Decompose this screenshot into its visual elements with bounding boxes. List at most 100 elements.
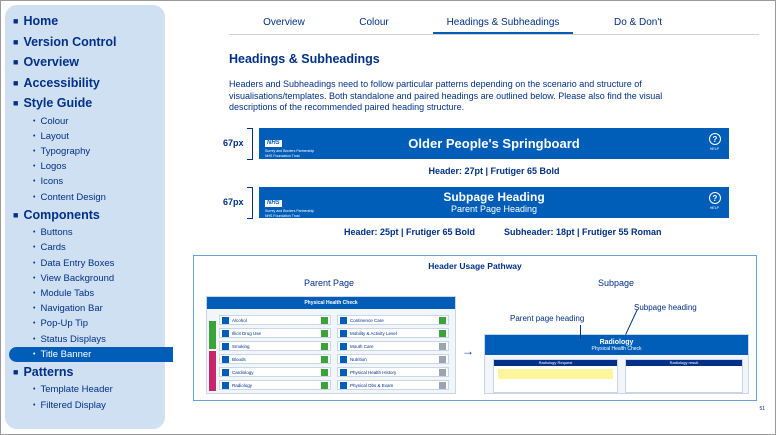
sidebar-subitem-label: Status Displays	[40, 333, 106, 345]
preview-row-label: Nutrition	[350, 356, 367, 362]
row-icon	[222, 382, 229, 389]
preview-row: Continence Care	[337, 315, 449, 325]
sidebar-subitem-data-entry-boxes[interactable]: • Data Entry Boxes	[5, 256, 165, 271]
sidebar-item-version-control[interactable]: ■ Version Control	[5, 32, 165, 53]
banner-subheading: Parent Page Heading	[450, 204, 538, 214]
preview-row-label: Mobility & Activity Level	[350, 330, 397, 336]
help-icon[interactable]: ?	[709, 133, 721, 145]
preview-row-label: Continence Care	[350, 317, 384, 323]
tab-headings-subheadings[interactable]: Headings & Subheadings	[433, 13, 573, 34]
parent-page-heading-label: Parent page heading	[510, 314, 585, 323]
preview-row-label: Physical Health History	[350, 369, 397, 375]
sidebar-subitem-status-displays[interactable]: • Status Displays	[5, 331, 165, 346]
preview-row: Nutrition	[337, 354, 449, 364]
bullet-icon: •	[33, 335, 36, 343]
row-icon	[340, 382, 347, 389]
sidebar-subitem-colour[interactable]: • Colour	[5, 114, 165, 129]
bullet-icon: •	[33, 259, 36, 267]
sidebar-subitem-label: Filtered Display	[40, 399, 106, 411]
sidebar-subitem-label: Buttons	[40, 227, 73, 239]
sidebar-subitem-label: Pop-Up Tip	[40, 318, 88, 330]
sidebar-subitem-buttons[interactable]: • Buttons	[5, 225, 165, 240]
preview-row: Illicit Drug Use	[219, 328, 331, 338]
status-check-icon	[439, 343, 446, 350]
page-description: Headers and Subheadings need to follow p…	[229, 79, 663, 112]
sidebar-subitem-label: Data Entry Boxes	[40, 257, 115, 269]
status-check-icon	[321, 317, 328, 324]
preview-row-label: Physical Obs & Exam	[350, 382, 394, 388]
sidebar-subitem-navigation-bar[interactable]: • Navigation Bar	[5, 301, 165, 316]
help-icon[interactable]: ?	[709, 192, 721, 204]
result-panel: Radiology result	[625, 359, 743, 393]
tab-colour[interactable]: Colour	[339, 13, 409, 34]
pointer-line	[625, 309, 638, 335]
sidebar-subitem-pop-up-tip[interactable]: • Pop-Up Tip	[5, 316, 165, 331]
bullet-icon: •	[33, 305, 36, 313]
sidebar-item-home[interactable]: ■ Home	[5, 11, 165, 32]
row-icon	[222, 330, 229, 337]
sidebar-subitem-filtered-display[interactable]: • Filtered Display	[5, 398, 165, 413]
height-bracket	[247, 128, 253, 160]
sidebar-subitem-label: Icons	[40, 176, 64, 188]
sidebar-subitem-typography[interactable]: • Typography	[5, 144, 165, 159]
status-check-icon	[439, 382, 446, 389]
sidebar-subitem-label: Content Design	[40, 191, 106, 203]
tab-overview[interactable]: Overview	[229, 13, 339, 34]
row-icon	[340, 369, 347, 376]
preview-row: Radiology	[219, 380, 331, 390]
preview-row-label: Bloods	[232, 356, 246, 362]
sidebar-item-components[interactable]: ■ Components	[5, 205, 165, 226]
row-icon	[222, 343, 229, 350]
sidebar-subitem-title-banner[interactable]: • Title Banner	[9, 346, 173, 362]
sidebar-item-patterns[interactable]: ■ Patterns	[5, 362, 165, 383]
status-check-icon	[321, 330, 328, 337]
arrow-icon: →	[462, 344, 474, 358]
sidebar-subitem-view-background[interactable]: • View Background	[5, 271, 165, 286]
sidebar-item-style-guide[interactable]: ■ Style Guide	[5, 93, 165, 114]
bullet-icon: •	[33, 244, 36, 252]
sidebar-subitem-label: Cards	[40, 242, 66, 254]
bullet-icon: •	[33, 350, 36, 358]
tab-do-dont[interactable]: Do & Don't	[593, 13, 683, 34]
bullet-icon: •	[33, 289, 36, 297]
preview-header: Physical Health Check	[207, 297, 455, 309]
preview-row-label: Mouth Care	[350, 343, 374, 349]
sidebar-item-overview[interactable]: ■ Overview	[5, 52, 165, 73]
status-check-icon	[439, 356, 446, 363]
pointer-line	[580, 325, 581, 339]
category-strip	[209, 351, 216, 391]
help-label: HELP	[709, 147, 719, 151]
status-check-icon	[439, 317, 446, 324]
preview-row-label: Alcohol	[232, 317, 247, 323]
sidebar-subitem-layout[interactable]: • Layout	[5, 129, 165, 144]
status-check-icon	[439, 330, 446, 337]
sidebar-item-label: Components	[23, 207, 100, 222]
banner-heading: Subpage Heading	[443, 190, 545, 204]
sidebar-item-label: Style Guide	[23, 96, 93, 111]
bullet-icon: •	[33, 193, 36, 201]
sidebar-subitem-label: Typography	[40, 145, 91, 157]
request-panel: Radiology Request	[493, 359, 618, 393]
sidebar-subitem-icons[interactable]: • Icons	[5, 174, 165, 189]
sidebar-item-accessibility[interactable]: ■ Accessibility	[5, 73, 165, 94]
sidebar-nav: ■ Home ■ Version Control ■ Overview ■ Accessibi…	[5, 5, 173, 429]
preview-row: Mobility & Activity Level	[337, 328, 449, 338]
preview-row-label: Smoking	[232, 343, 250, 349]
row-icon	[222, 369, 229, 376]
sidebar-subitem-content-design[interactable]: • Content Design	[5, 189, 165, 204]
height-label: 67px	[223, 197, 244, 207]
bullet-icon: •	[33, 132, 36, 140]
status-check-icon	[321, 382, 328, 389]
preview-row: Cardiology	[219, 367, 331, 377]
bullet-icon: •	[33, 229, 36, 237]
sidebar-subitem-cards[interactable]: • Cards	[5, 240, 165, 255]
sidebar-subitem-module-tabs[interactable]: • Module Tabs	[5, 286, 165, 301]
sidebar-item-label: Patterns	[23, 365, 74, 380]
row-icon	[340, 356, 347, 363]
sidebar-subitem-template-header[interactable]: • Template Header	[5, 382, 165, 397]
slide-frame: ■ Home ■ Version Control ■ Overview ■ Accessibi…	[0, 0, 776, 435]
height-bracket	[247, 187, 253, 219]
bullet-icon: ■	[13, 367, 19, 378]
row-icon	[222, 317, 229, 324]
help-label: HELP	[709, 206, 719, 210]
